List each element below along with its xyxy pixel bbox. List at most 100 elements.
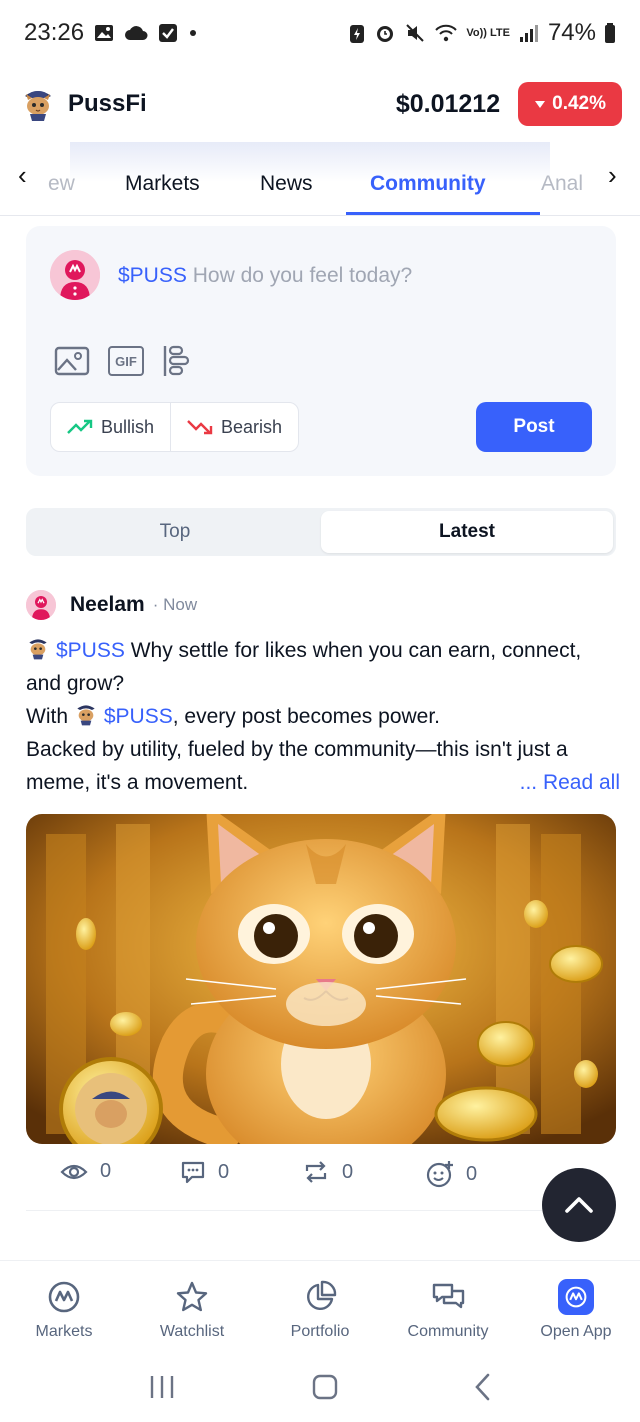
post-composer: $PUSS How do you feel today? GIF Bullish xyxy=(26,226,616,476)
network-label: Vo)) LTE xyxy=(466,26,510,39)
views-action[interactable]: 0 xyxy=(60,1160,111,1183)
comment-action[interactable]: 0 xyxy=(180,1160,229,1184)
bullish-label: Bullish xyxy=(101,416,155,437)
signal-icon xyxy=(518,23,540,43)
bullish-button[interactable]: Bullish xyxy=(51,403,170,451)
chevron-up-icon xyxy=(565,1197,593,1213)
post-timestamp: · Now xyxy=(152,595,198,614)
post-image[interactable] xyxy=(26,814,616,1144)
tab-analysis[interactable]: Anal xyxy=(541,172,583,196)
mute-icon xyxy=(404,22,426,44)
post-actions: 0 0 0 0 xyxy=(26,1160,616,1190)
nav-label: Markets xyxy=(35,1323,93,1340)
status-bar: 23:26 Vo)) LTE 74% xyxy=(0,0,640,66)
poll-icon[interactable] xyxy=(162,344,190,378)
dot-icon xyxy=(188,28,198,38)
react-action[interactable]: 0 xyxy=(426,1160,477,1188)
open-app-icon xyxy=(558,1279,594,1315)
alarm-icon xyxy=(374,22,396,44)
gallery-icon xyxy=(94,23,114,43)
composer-placeholder: How do you feel today? xyxy=(192,264,413,287)
nav-label: Watchlist xyxy=(159,1323,225,1340)
price-change-value: 0.42% xyxy=(552,93,606,114)
star-icon xyxy=(176,1281,208,1312)
nav-label: Community xyxy=(407,1323,489,1340)
home-icon[interactable] xyxy=(310,1372,340,1402)
tab-markets[interactable]: Markets xyxy=(125,172,200,196)
nav-label: Open App xyxy=(540,1323,612,1340)
post-line-3: Backed by utility, fueled by the communi… xyxy=(26,738,568,794)
section-tabs: ‹ ew Markets News Community Anal › xyxy=(0,142,640,216)
coin-name: PussFi xyxy=(68,90,147,117)
gif-icon[interactable]: GIF xyxy=(108,346,144,376)
pie-chart-icon xyxy=(307,1280,337,1310)
battery-icon xyxy=(604,22,616,44)
bottom-nav: Markets Watchlist Portfolio Community Op… xyxy=(0,1260,640,1352)
author-avatar[interactable] xyxy=(26,590,56,620)
feed-toggle: Top Latest xyxy=(26,508,616,556)
nav-label: Portfolio xyxy=(290,1323,350,1340)
app-header: PussFi $0.01212 0.42% xyxy=(0,66,640,142)
tab-news[interactable]: News xyxy=(260,172,313,196)
post-ticker-link[interactable]: $PUSS xyxy=(104,705,173,728)
image-icon[interactable] xyxy=(54,346,90,376)
post-body[interactable]: $PUSS Why settle for likes when you can … xyxy=(26,634,620,799)
puss-token-icon xyxy=(77,705,95,726)
coin-logo-icon xyxy=(25,91,51,121)
markets-icon xyxy=(48,1281,80,1313)
tabs-prev-arrow-icon[interactable]: ‹ xyxy=(18,160,27,191)
bearish-label: Bearish xyxy=(221,416,283,437)
sentiment-selector: Bullish Bearish xyxy=(50,402,300,452)
caret-down-icon xyxy=(535,101,546,108)
nav-watchlist[interactable]: Watchlist xyxy=(128,1261,256,1352)
tabs-next-arrow-icon[interactable]: › xyxy=(608,160,617,191)
puss-token-icon xyxy=(29,639,47,660)
comments-count: 0 xyxy=(218,1160,230,1183)
user-avatar xyxy=(50,250,100,300)
post-ticker-link[interactable]: $PUSS xyxy=(56,639,125,662)
repost-action[interactable]: 0 xyxy=(302,1160,353,1184)
nav-markets[interactable]: Markets xyxy=(0,1261,128,1352)
eye-icon xyxy=(60,1164,88,1179)
reposts-count: 0 xyxy=(342,1160,354,1183)
add-reaction-icon xyxy=(426,1161,453,1188)
nav-open-app[interactable]: Open App xyxy=(512,1261,640,1352)
recent-apps-icon[interactable] xyxy=(147,1374,177,1400)
tab-overview[interactable]: ew xyxy=(48,172,75,196)
back-icon[interactable] xyxy=(473,1372,493,1402)
nav-community[interactable]: Community xyxy=(384,1261,512,1352)
trend-up-icon xyxy=(67,419,93,434)
wifi-icon xyxy=(434,23,458,43)
views-count: 0 xyxy=(100,1160,112,1182)
scroll-to-top-button[interactable] xyxy=(542,1168,616,1242)
trend-down-icon xyxy=(187,420,213,435)
feed-latest-tab[interactable]: Latest xyxy=(321,511,613,553)
repost-icon xyxy=(305,1161,327,1183)
battery-saver-icon xyxy=(348,22,366,44)
price-change-badge[interactable]: 0.42% xyxy=(518,82,622,126)
post-line-2: , every post becomes power. xyxy=(172,705,441,728)
author-name[interactable]: Neelam xyxy=(70,593,145,617)
battery-level: 74% xyxy=(547,19,596,46)
checkbox-icon xyxy=(158,23,178,43)
system-nav-bar xyxy=(0,1352,640,1422)
cloud-icon xyxy=(124,25,148,41)
active-tab-indicator xyxy=(346,212,540,215)
post-button[interactable]: Post xyxy=(476,402,592,452)
gif-label: GIF xyxy=(115,353,137,369)
comment-icon xyxy=(181,1161,205,1184)
composer-ticker: $PUSS xyxy=(118,264,187,287)
tab-community[interactable]: Community xyxy=(370,172,486,196)
post-with-text: With xyxy=(26,705,74,728)
bearish-button[interactable]: Bearish xyxy=(170,403,298,451)
reactions-count: 0 xyxy=(466,1162,478,1185)
chat-icon xyxy=(432,1283,465,1309)
read-all-link[interactable]: ... Read all xyxy=(513,766,620,799)
composer-input[interactable]: $PUSS How do you feel today? xyxy=(118,264,412,288)
coin-price: $0.01212 xyxy=(395,89,501,118)
nav-portfolio[interactable]: Portfolio xyxy=(256,1261,384,1352)
feed-top-tab[interactable]: Top xyxy=(29,511,321,553)
status-time: 23:26 xyxy=(24,19,85,46)
post-header: Neelam · Now xyxy=(26,590,197,620)
post-divider xyxy=(26,1210,616,1211)
